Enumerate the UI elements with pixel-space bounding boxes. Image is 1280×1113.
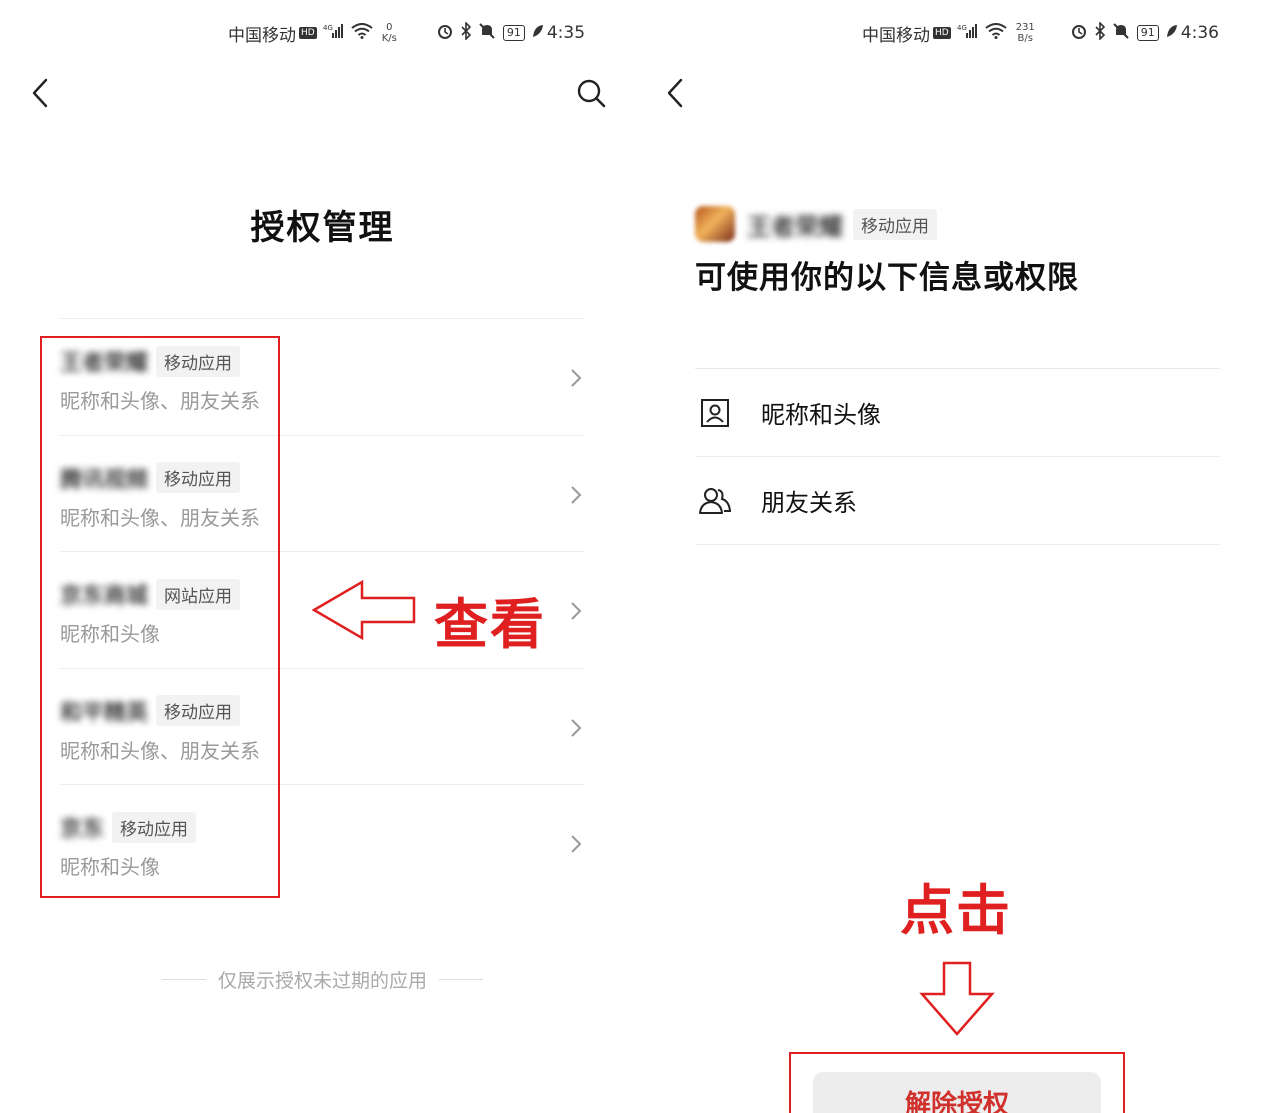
signal-icon: 4G (323, 23, 345, 44)
permission-item: 昵称和头像 (695, 369, 1220, 457)
chevron-right-icon (571, 369, 582, 387)
leaf-icon (1166, 23, 1178, 43)
divider (162, 979, 206, 980)
portrait-icon (701, 398, 729, 427)
svg-text:4G: 4G (323, 24, 333, 32)
auth-management-screen: 中国移动 HD 4G 0 K/s 91 4:35 授权管理 王者荣耀 移动应用 (0, 0, 635, 1113)
search-icon (577, 79, 606, 108)
svg-text:4G: 4G (957, 24, 967, 32)
divider (439, 979, 484, 980)
friends-icon (699, 487, 732, 514)
status-bar: 中国移动 HD 4G 231 B/s 91 4:36 (862, 18, 1219, 48)
clock-time: 4:35 (546, 23, 586, 43)
annotation-label: 查看 (434, 593, 546, 656)
status-bar: 中国移动 HD 4G 0 K/s 91 4:35 (228, 18, 585, 48)
signal-icon: 4G (957, 23, 979, 44)
carrier-label: 中国移动 (862, 25, 930, 46)
leaf-icon (532, 23, 544, 43)
app-name: 王者荣耀 (747, 212, 843, 241)
hd-icon: HD (299, 27, 317, 39)
page-title: 授权管理 (250, 208, 395, 248)
alarm-icon (1070, 22, 1088, 45)
left-arrow-annotation-icon (311, 579, 416, 641)
app-header: 王者荣耀 移动应用 (695, 206, 937, 242)
annotation-label: 点击 (900, 879, 1012, 942)
back-arrow-icon (32, 78, 48, 108)
app-type-tag: 移动应用 (853, 208, 937, 240)
app-permission-detail-screen: 中国移动 HD 4G 231 B/s 91 4:36 王者荣耀 移动应用 可使用… (635, 0, 1270, 1113)
chevron-right-icon (571, 485, 582, 504)
battery-icon: 91 (1136, 25, 1159, 41)
chevron-right-icon (571, 835, 582, 853)
back-arrow-icon (667, 78, 683, 108)
clock-time: 4:36 (1180, 23, 1219, 43)
alarm-icon (436, 22, 454, 45)
wifi-icon (351, 22, 373, 44)
permissions-heading: 可使用你的以下信息或权限 (695, 260, 1079, 296)
bluetooth-icon (460, 20, 472, 45)
mute-icon (1112, 22, 1130, 45)
network-speed: 231 B/s (1015, 22, 1035, 44)
carrier-label: 中国移动 (228, 25, 296, 46)
network-speed: 0 K/s (381, 22, 397, 44)
battery-icon: 91 (502, 25, 525, 41)
hd-icon: HD (933, 27, 951, 39)
back-button[interactable] (663, 76, 693, 110)
chevron-right-icon (571, 602, 582, 620)
search-button[interactable] (574, 76, 608, 110)
mute-icon (478, 22, 496, 45)
down-arrow-annotation-icon (919, 961, 995, 1036)
chevron-right-icon (571, 718, 582, 737)
list-footnote: 仅展示授权未过期的应用 (150, 966, 495, 993)
app-icon (695, 206, 735, 242)
highlight-box (789, 1052, 1125, 1113)
back-button[interactable] (28, 76, 58, 110)
highlight-box (40, 336, 280, 898)
permission-list: 昵称和头像 朋友关系 (695, 368, 1220, 545)
bluetooth-icon (1094, 20, 1106, 45)
permission-item: 朋友关系 (695, 457, 1220, 545)
wifi-icon (985, 22, 1007, 44)
